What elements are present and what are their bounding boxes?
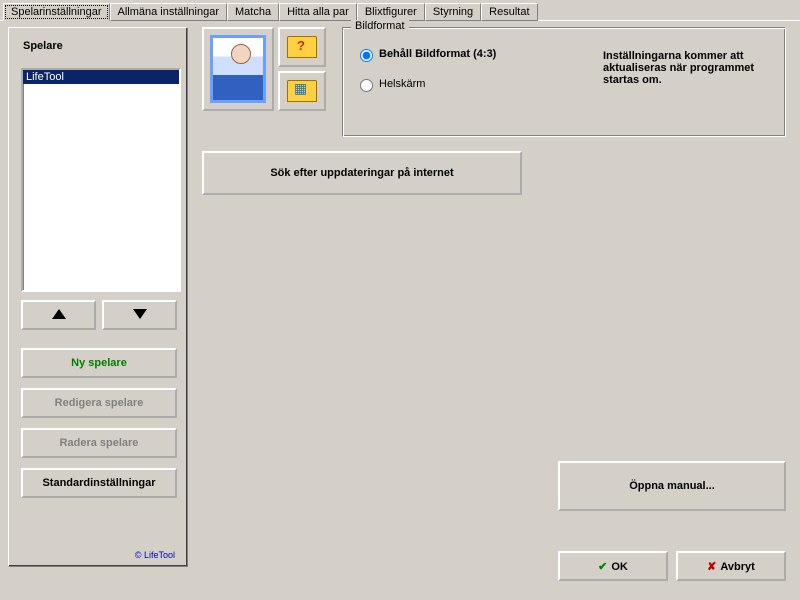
folder-help-card[interactable] [278,27,326,67]
radio-fullscreen-input[interactable] [360,79,373,92]
new-player-button[interactable]: Ny spelare [21,348,177,378]
tab-hitta-alla-par[interactable]: Hitta alla par [279,3,357,21]
tab-matcha[interactable]: Matcha [227,3,279,21]
tab-blixtfigurer[interactable]: Blixtfigurer [357,3,425,21]
open-manual-button[interactable]: Öppna manual... [558,461,786,511]
ok-button[interactable]: ✔ OK [558,551,668,581]
check-icon: ✔ [598,561,607,573]
move-down-button[interactable] [102,300,177,330]
image-format-legend: Bildformat [351,20,409,32]
radio-keep-aspect-input[interactable] [360,49,373,62]
triangle-down-icon [133,309,147,322]
tab-spelarinst-llningar[interactable]: Spelarinställningar [3,3,110,21]
radio-keep-aspect-label: Behåll Bildformat (4:3) [379,48,496,60]
tab-resultat[interactable]: Resultat [481,3,537,21]
players-panel: Spelare LifeTool Ny spelare Redigera spe… [8,27,188,567]
avatar-icon [210,35,266,103]
tab-styrning[interactable]: Styrning [425,3,481,21]
move-up-button[interactable] [21,300,96,330]
folder-question-icon [287,36,317,58]
cancel-button[interactable]: ✘ Avbryt [676,551,786,581]
restart-note: Inställningarna kommer att aktualiseras … [603,50,773,86]
edit-player-button[interactable]: Redigera spelare [21,388,177,418]
folder-pictures-card[interactable] [278,71,326,111]
folder-picture-icon [287,80,317,102]
tab-page-player-settings: Spelare LifeTool Ny spelare Redigera spe… [2,21,798,591]
radio-fullscreen-label: Helskärm [379,78,425,90]
list-item[interactable]: LifeTool [23,70,179,84]
players-panel-title: Spelare [23,40,63,52]
check-updates-button[interactable]: Sök efter uppdateringar på internet [202,151,522,195]
triangle-up-icon [52,309,66,322]
settings-window: SpelarinställningarAllmäna inställningar… [0,2,800,600]
cross-icon: ✘ [707,561,716,573]
tab-allm-na-inst-llningar[interactable]: Allmäna inställningar [110,3,228,21]
delete-player-button[interactable]: Radera spelare [21,428,177,458]
cancel-label: Avbryt [720,561,754,573]
defaults-button[interactable]: Standardinställningar [21,468,177,498]
ok-label: OK [611,561,628,573]
image-format-group: Bildformat Behåll Bildformat (4:3) Helsk… [342,27,786,137]
player-portrait-card[interactable] [202,27,274,111]
copyright-label: © LifeTool [135,550,175,560]
tabstrip: SpelarinställningarAllmäna inställningar… [0,2,800,21]
reorder-buttons [21,300,177,330]
player-listbox[interactable]: LifeTool [21,68,181,292]
